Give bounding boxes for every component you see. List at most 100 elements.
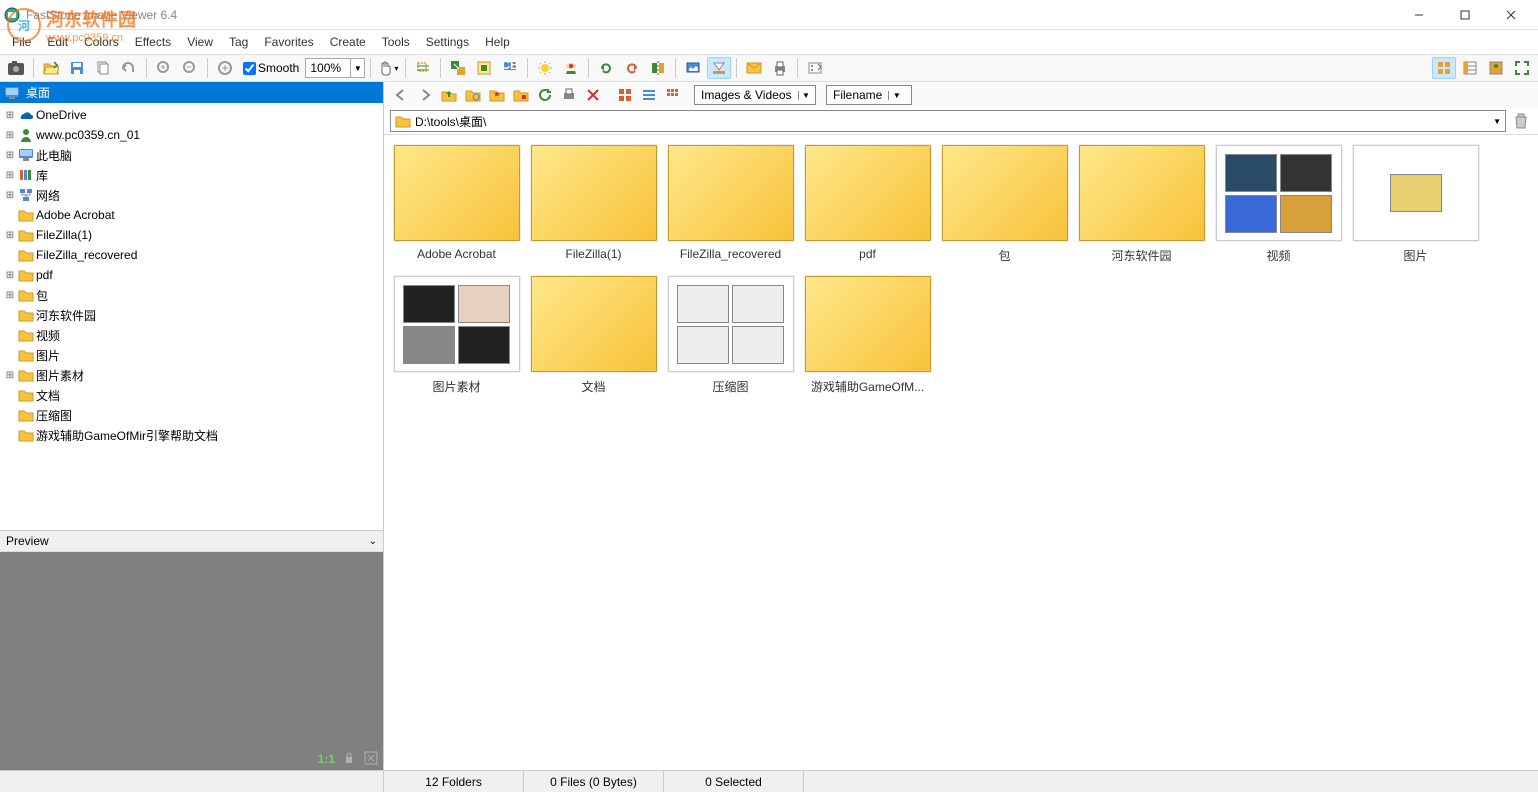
tree-expand-icon[interactable] bbox=[4, 209, 16, 221]
chevron-down-icon[interactable]: ▼ bbox=[888, 91, 904, 100]
menu-help[interactable]: Help bbox=[477, 33, 518, 51]
thumb-item[interactable]: FileZilla_recovered bbox=[664, 141, 797, 268]
tree-item[interactable]: Adobe Acrobat bbox=[0, 205, 383, 225]
copy-button[interactable] bbox=[91, 57, 115, 79]
minimize-button[interactable] bbox=[1396, 0, 1442, 30]
view-thumbs-button[interactable] bbox=[1432, 57, 1456, 79]
back-button[interactable] bbox=[390, 84, 412, 106]
tree-expand-icon[interactable] bbox=[4, 429, 16, 441]
light-button[interactable] bbox=[533, 57, 557, 79]
thumb-item[interactable]: 包 bbox=[938, 141, 1071, 268]
favorite-button[interactable] bbox=[486, 84, 508, 106]
email-button[interactable] bbox=[742, 57, 766, 79]
tree-expand-icon[interactable]: ⊞ bbox=[4, 129, 16, 141]
thumb-item[interactable]: Adobe Acrobat bbox=[390, 141, 523, 268]
settings-button[interactable] bbox=[803, 57, 827, 79]
wallpaper-button[interactable] bbox=[681, 57, 705, 79]
fit-icon[interactable] bbox=[363, 750, 379, 766]
tree-item[interactable]: ⊞网络 bbox=[0, 185, 383, 205]
address-input[interactable]: D:\tools\桌面\ ▼ bbox=[390, 110, 1506, 132]
tree-expand-icon[interactable]: ⊞ bbox=[4, 109, 16, 121]
rotate-right-button[interactable] bbox=[620, 57, 644, 79]
tree-expand-icon[interactable] bbox=[4, 249, 16, 261]
tag-button[interactable] bbox=[510, 84, 532, 106]
thumb-item[interactable]: 文档 bbox=[527, 272, 660, 399]
filter-combo[interactable]: Images & Videos ▼ bbox=[694, 85, 816, 105]
tree-item[interactable]: 文档 bbox=[0, 385, 383, 405]
tree-item[interactable]: ⊞OneDrive bbox=[0, 105, 383, 125]
tree-item[interactable]: 河东软件园 bbox=[0, 305, 383, 325]
chevron-down-icon[interactable]: ▼ bbox=[798, 91, 814, 100]
menu-favorites[interactable]: Favorites bbox=[256, 33, 321, 51]
thumb-item[interactable]: 河东软件园 bbox=[1075, 141, 1208, 268]
tree-expand-icon[interactable] bbox=[4, 409, 16, 421]
tree-expand-icon[interactable] bbox=[4, 309, 16, 321]
flip-button[interactable] bbox=[646, 57, 670, 79]
delete-button[interactable] bbox=[582, 84, 604, 106]
tree-expand-icon[interactable]: ⊞ bbox=[4, 149, 16, 161]
tree-item[interactable]: 游戏辅助GameOfMir引擎帮助文档 bbox=[0, 425, 383, 445]
canvas-button[interactable] bbox=[472, 57, 496, 79]
trash-button[interactable] bbox=[1510, 110, 1532, 132]
address-dropdown-icon[interactable]: ▼ bbox=[1493, 117, 1501, 126]
zoom-input[interactable] bbox=[306, 59, 350, 77]
tree-item[interactable]: ⊞库 bbox=[0, 165, 383, 185]
menu-effects[interactable]: Effects bbox=[127, 33, 179, 51]
view-small-button[interactable] bbox=[662, 84, 684, 106]
print-nav-button[interactable] bbox=[558, 84, 580, 106]
thumb-item[interactable]: 图片 bbox=[1349, 141, 1482, 268]
tree-item[interactable]: ⊞此电脑 bbox=[0, 145, 383, 165]
slideshow-button[interactable] bbox=[707, 57, 731, 79]
tree-item[interactable]: ⊞包 bbox=[0, 285, 383, 305]
tree-item[interactable]: ⊞pdf bbox=[0, 265, 383, 285]
view-single-button[interactable] bbox=[1484, 57, 1508, 79]
tree-expand-icon[interactable] bbox=[4, 329, 16, 341]
undo-button[interactable] bbox=[117, 57, 141, 79]
redeye-button[interactable] bbox=[559, 57, 583, 79]
resize-button[interactable] bbox=[446, 57, 470, 79]
view-details-button[interactable] bbox=[1458, 57, 1482, 79]
tree-item[interactable]: 压缩图 bbox=[0, 405, 383, 425]
zoom-in-button[interactable] bbox=[152, 57, 176, 79]
view-list-button[interactable] bbox=[638, 84, 660, 106]
thumb-item[interactable]: 压缩图 bbox=[664, 272, 797, 399]
refresh-button[interactable] bbox=[534, 84, 556, 106]
sort-combo[interactable]: Filename ▼ bbox=[826, 85, 912, 105]
tree-item[interactable]: ⊞www.pc0359.cn_01 bbox=[0, 125, 383, 145]
zoom-combo[interactable]: ▼ bbox=[305, 58, 365, 78]
lock-aspect-icon[interactable] bbox=[341, 750, 357, 766]
open-button[interactable] bbox=[39, 57, 63, 79]
acquire-image-button[interactable] bbox=[4, 57, 28, 79]
tree-expand-icon[interactable]: ⊞ bbox=[4, 269, 16, 281]
tree-item[interactable]: FileZilla_recovered bbox=[0, 245, 383, 265]
menu-settings[interactable]: Settings bbox=[418, 33, 477, 51]
zoom-out-button[interactable] bbox=[178, 57, 202, 79]
view-tiles-button[interactable] bbox=[614, 84, 636, 106]
maximize-button[interactable] bbox=[1442, 0, 1488, 30]
tree-item[interactable]: ⊞FileZilla(1) bbox=[0, 225, 383, 245]
up-button[interactable] bbox=[438, 84, 460, 106]
tree-item[interactable]: 图片 bbox=[0, 345, 383, 365]
fullscreen-button[interactable] bbox=[1510, 57, 1534, 79]
tree-expand-icon[interactable]: ⊞ bbox=[4, 289, 16, 301]
crop-button[interactable] bbox=[411, 57, 435, 79]
thumb-item[interactable]: 图片素材 bbox=[390, 272, 523, 399]
folder-tree[interactable]: ⊞OneDrive⊞www.pc0359.cn_01⊞此电脑⊞库⊞网络Adobe… bbox=[0, 103, 383, 530]
rotate-left-button[interactable] bbox=[594, 57, 618, 79]
tree-item[interactable]: ⊞图片素材 bbox=[0, 365, 383, 385]
tree-root-selected[interactable]: 桌面 bbox=[0, 82, 383, 103]
forward-button[interactable] bbox=[414, 84, 436, 106]
smooth-checkbox-input[interactable] bbox=[243, 62, 256, 75]
tree-expand-icon[interactable]: ⊞ bbox=[4, 189, 16, 201]
thumb-item[interactable]: 游戏辅助GameOfM... bbox=[801, 272, 934, 399]
menu-create[interactable]: Create bbox=[322, 33, 374, 51]
close-button[interactable] bbox=[1488, 0, 1534, 30]
smooth-checkbox[interactable]: Smooth bbox=[239, 61, 303, 75]
tree-expand-icon[interactable] bbox=[4, 349, 16, 361]
thumb-item[interactable]: FileZilla(1) bbox=[527, 141, 660, 268]
tree-expand-icon[interactable]: ⊞ bbox=[4, 169, 16, 181]
tree-expand-icon[interactable]: ⊞ bbox=[4, 229, 16, 241]
tree-expand-icon[interactable]: ⊞ bbox=[4, 369, 16, 381]
menu-colors[interactable]: Colors bbox=[76, 33, 127, 51]
zoom-fit-button[interactable] bbox=[213, 57, 237, 79]
